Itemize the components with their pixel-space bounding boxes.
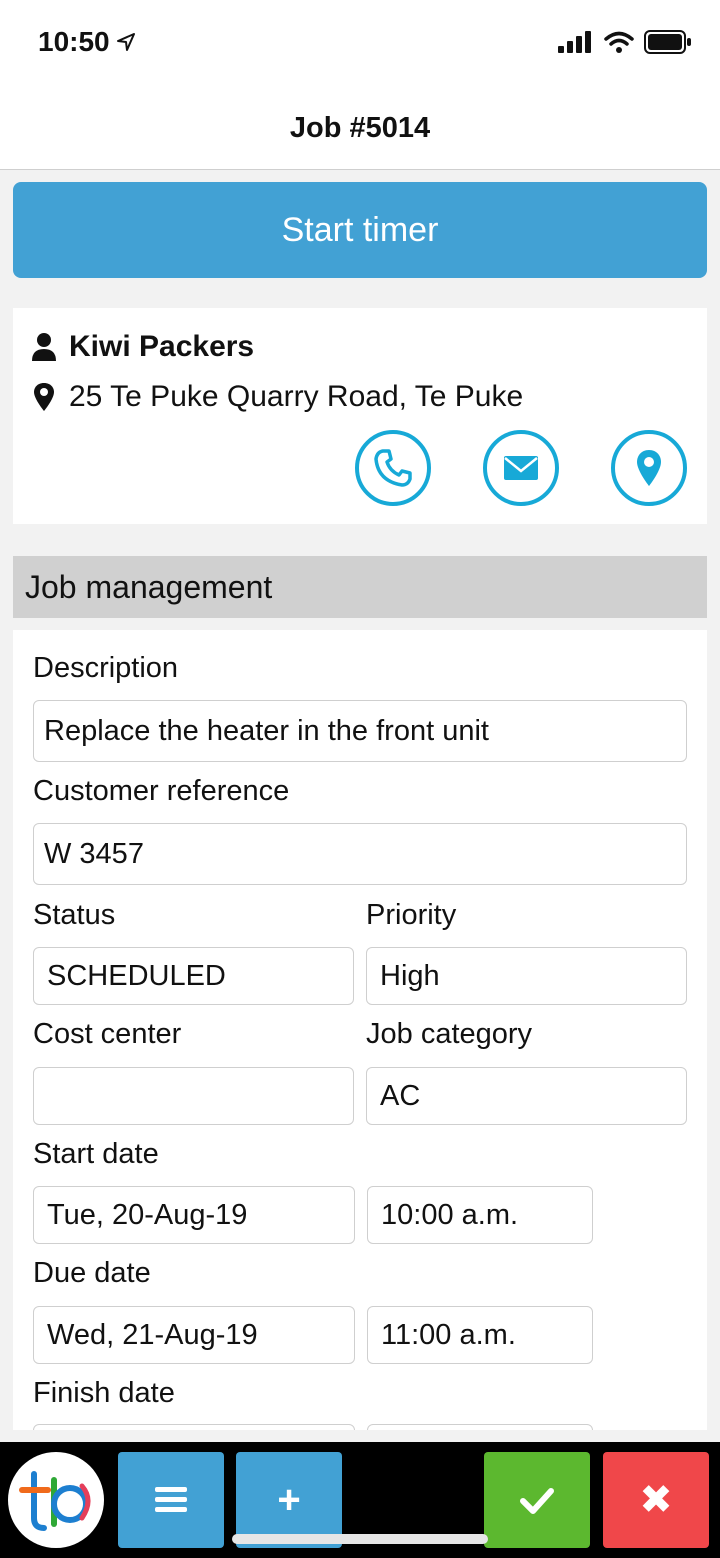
customer-reference-field[interactable]: W 3457: [33, 823, 687, 885]
phone-button[interactable]: [355, 430, 431, 506]
status-label: Status: [33, 899, 116, 931]
app-logo-icon: [10, 1454, 102, 1546]
customer-address: 25 Te Puke Quarry Road, Te Puke: [69, 380, 524, 413]
map-pin-icon: [637, 450, 661, 486]
status-time: 10:50: [38, 26, 136, 58]
navigation-bar: Job #5014: [0, 88, 720, 170]
priority-field[interactable]: High: [366, 947, 687, 1005]
location-arrow-icon: [116, 33, 135, 51]
home-indicator[interactable]: [232, 1534, 488, 1544]
wifi-icon: [604, 31, 634, 53]
cellular-signal-icon: [558, 31, 591, 53]
due-date-field[interactable]: Wed, 21-Aug-19: [33, 1306, 355, 1364]
page-title: Job #5014: [289, 112, 431, 144]
job-category-label: Job category: [366, 1018, 533, 1050]
priority-label: Priority: [366, 899, 457, 931]
map-marker-icon: [34, 383, 54, 411]
start-date-field[interactable]: Tue, 20-Aug-19: [33, 1186, 355, 1244]
start-timer-button[interactable]: Start timer: [13, 182, 707, 278]
email-icon: [504, 456, 538, 480]
app-logo[interactable]: [8, 1452, 104, 1548]
bottom-toolbar: + ✖: [0, 1442, 720, 1558]
job-form: Description Replace the heater in the fr…: [13, 630, 707, 1430]
start-time-field[interactable]: 10:00 a.m.: [367, 1186, 593, 1244]
hamburger-icon: [155, 1487, 187, 1512]
job-management-header[interactable]: Job management: [13, 556, 707, 618]
status-time-text: 10:50: [38, 26, 110, 57]
customer-name-row: Kiwi Packers: [31, 330, 254, 364]
save-button[interactable]: [484, 1452, 590, 1548]
cost-center-field[interactable]: [33, 1067, 354, 1125]
customer-reference-label: Customer reference: [33, 775, 290, 807]
finish-date-label: Finish date: [33, 1377, 175, 1409]
customer-name: Kiwi Packers: [69, 330, 255, 363]
finish-time-field[interactable]: [367, 1424, 593, 1430]
finish-date-field[interactable]: [33, 1424, 355, 1430]
menu-button[interactable]: [118, 1452, 224, 1548]
phone-icon: [374, 449, 412, 487]
map-button[interactable]: [611, 430, 687, 506]
status-field[interactable]: SCHEDULED: [33, 947, 354, 1005]
customer-actions: [355, 430, 687, 506]
description-label: Description: [33, 652, 179, 684]
status-bar: 10:50: [0, 0, 720, 88]
start-date-label: Start date: [33, 1138, 159, 1170]
customer-address-row: 25 Te Puke Quarry Road, Te Puke: [31, 380, 523, 414]
due-time-field[interactable]: 11:00 a.m.: [367, 1306, 593, 1364]
checkmark-icon: [520, 1488, 554, 1514]
email-button[interactable]: [483, 430, 559, 506]
system-icons: [558, 30, 692, 54]
user-icon: [32, 333, 56, 361]
due-date-label: Due date: [33, 1257, 151, 1289]
description-field[interactable]: Replace the heater in the front unit: [33, 700, 687, 762]
cost-center-label: Cost center: [33, 1018, 182, 1050]
battery-icon: [644, 30, 691, 54]
job-category-field[interactable]: AC: [366, 1067, 687, 1125]
customer-card: Kiwi Packers 25 Te Puke Quarry Road, Te …: [13, 308, 707, 524]
cancel-button[interactable]: ✖: [603, 1452, 709, 1548]
